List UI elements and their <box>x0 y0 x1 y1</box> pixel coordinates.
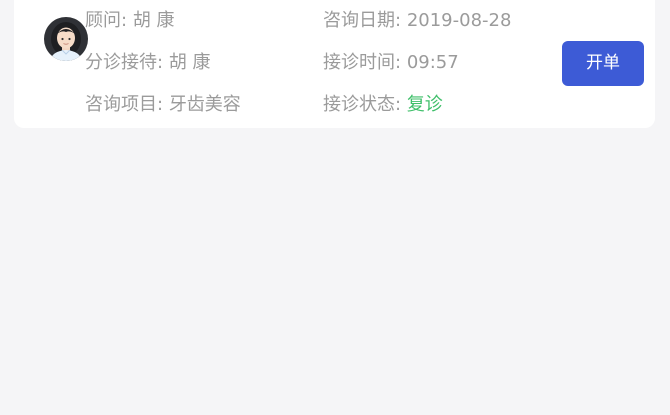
reception-time-row: 接诊时间: 09:57 <box>323 52 459 74</box>
consult-date-value: 2019-08-28 <box>406 10 512 31</box>
project-row: 咨询项目: 牙齿美容 <box>85 94 241 116</box>
consultation-card[interactable]: 顾问: 胡 康 咨询日期: 2019-08-28 分诊接待: 胡 康 接诊时间:… <box>14 0 655 128</box>
advisor-name: 胡 康 <box>132 10 175 31</box>
reception-time-value: 09:57 <box>406 52 459 73</box>
reception-row: 分诊接待: 胡 康 <box>85 52 211 74</box>
consult-date-row: 咨询日期: 2019-08-28 <box>323 10 511 32</box>
reception-status-value: 复诊 <box>406 94 443 115</box>
project-value: 牙齿美容 <box>168 94 241 115</box>
reception-status-row: 接诊状态: 复诊 <box>323 94 443 116</box>
reception-status-label: 接诊状态: <box>323 94 402 115</box>
open-order-button[interactable]: 开单 <box>562 41 644 86</box>
user-avatar-icon <box>44 17 88 61</box>
reception-label: 分诊接待: <box>85 52 164 73</box>
advisor-label: 顾问: <box>85 10 128 31</box>
reception-name: 胡 康 <box>168 52 211 73</box>
consult-date-label: 咨询日期: <box>323 10 402 31</box>
reception-time-label: 接诊时间: <box>323 52 402 73</box>
advisor-row: 顾问: 胡 康 <box>85 10 175 32</box>
project-label: 咨询项目: <box>85 94 164 115</box>
